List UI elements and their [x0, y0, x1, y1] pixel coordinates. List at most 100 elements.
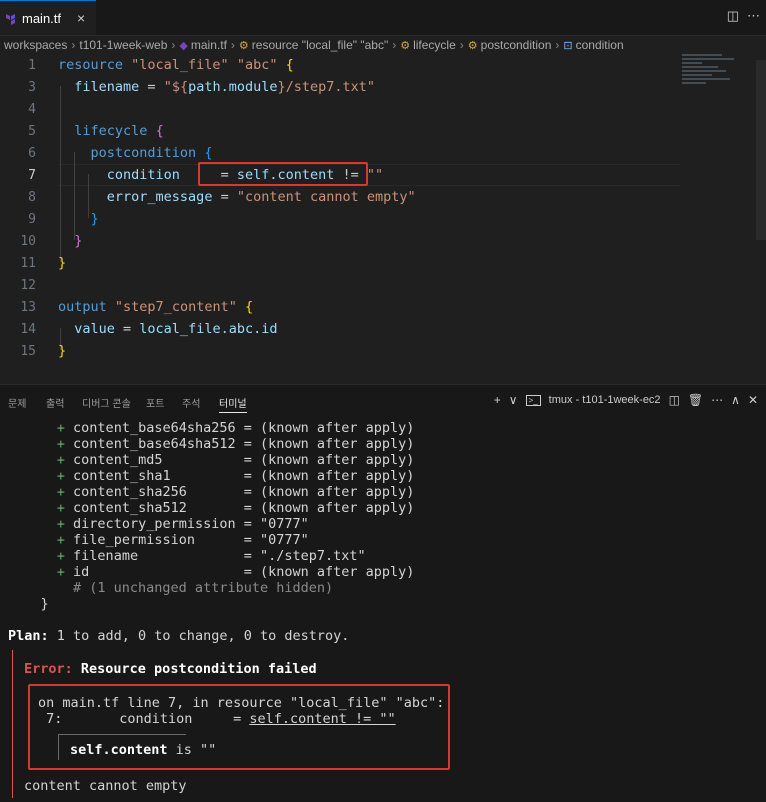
error-gutter [12, 650, 13, 798]
line-text: } [58, 343, 67, 359]
breadcrumb-item[interactable]: resource "local_file" "abc" [252, 38, 388, 52]
chevron-right-icon: › [71, 38, 76, 52]
line-text: value = local_file.abc.id [74, 321, 278, 337]
code-line: 4 [0, 98, 680, 120]
split-editor-icon[interactable]: ◫ [727, 8, 739, 24]
line-number: 7 [28, 167, 36, 183]
symbol-icon: ⚙ [238, 39, 249, 52]
terraform-file-icon: ◆ [179, 39, 188, 52]
terminal-line: + filename = "./step7.txt" [56, 548, 366, 564]
symbol-icon: ⚙ [467, 39, 478, 52]
trash-icon[interactable]: 🗑 [688, 393, 703, 407]
highlight-box [198, 162, 368, 186]
editor-tab-bar: main.tf × ◫ ⋯ [0, 0, 766, 36]
split-terminal-icon[interactable]: ◫ [669, 393, 680, 407]
chevron-right-icon: › [230, 38, 235, 52]
terminal-line: + content_base64sha256 = (known after ap… [56, 420, 415, 436]
minimap[interactable] [682, 54, 752, 94]
line-number: 6 [28, 145, 36, 161]
line-text: } [74, 233, 83, 249]
line-text: } [90, 211, 99, 227]
code-editor[interactable]: 1 resource "local_file" "abc" { 3 filena… [0, 54, 766, 369]
terminal-name[interactable]: tmux - t101-1week-ec2 [549, 394, 661, 406]
symbol-icon: ⚙ [400, 39, 411, 52]
line-text: resource "local_file" "abc" { [58, 57, 294, 73]
variable-icon: ⊡ [563, 39, 573, 52]
chevron-right-icon: › [392, 38, 397, 52]
line-number: 9 [28, 211, 36, 227]
terminal-line: + directory_permission = "0777" [56, 516, 309, 532]
tab-close-icon[interactable]: × [77, 10, 85, 26]
line-number: 5 [28, 123, 36, 139]
breadcrumb-item[interactable]: main.tf [191, 38, 227, 52]
panel-header: 문제 출력 디버그 콘솔 포트 주석 터미널 + ∨ >_ tmux - t10… [0, 384, 766, 417]
terminal-line: + content_md5 = (known after apply) [56, 452, 415, 468]
terminal-line: + content_sha256 = (known after apply) [56, 484, 415, 500]
line-number: 12 [20, 277, 36, 293]
code-line: 1 resource "local_file" "abc" { [0, 54, 680, 76]
line-number: 1 [28, 57, 36, 73]
highlight-box [28, 684, 450, 770]
breadcrumb: workspaces › t101-1week-web › ◆ main.tf … [0, 36, 766, 54]
code-line: 14 value = local_file.abc.id [0, 318, 680, 340]
tab-main-tf[interactable]: main.tf × [0, 0, 96, 35]
editor-scrollbar[interactable] [756, 60, 766, 240]
line-number: 15 [20, 343, 36, 359]
breadcrumb-item[interactable]: workspaces [4, 38, 67, 52]
maximize-panel-icon[interactable]: ∧ [731, 393, 740, 407]
line-number: 3 [28, 79, 36, 95]
error-title: Error: Resource postcondition failed [24, 661, 317, 677]
more-actions-icon[interactable]: ⋯ [747, 8, 760, 24]
code-line: 9 } [0, 208, 680, 230]
code-line: 13 output "step7_content" { [0, 296, 680, 318]
terminal-line: + content_base64sha512 = (known after ap… [56, 436, 415, 452]
breadcrumb-item[interactable]: postcondition [481, 38, 552, 52]
line-text: postcondition { [90, 145, 213, 161]
line-number: 4 [28, 101, 36, 117]
error-message: content cannot empty [24, 778, 187, 794]
line-text: filename = "${path.module}/step7.txt" [74, 79, 376, 95]
code-line: 11 } [0, 252, 680, 274]
terminal-line: # (1 unchanged attribute hidden) [8, 580, 334, 596]
chevron-right-icon: › [171, 38, 176, 52]
breadcrumb-item[interactable]: t101-1week-web [79, 38, 167, 52]
terminal-line: + content_sha512 = (known after apply) [56, 500, 415, 516]
code-line: 3 filename = "${path.module}/step7.txt" [0, 76, 680, 98]
plan-summary: Plan: 1 to add, 0 to change, 0 to destro… [8, 628, 350, 644]
breadcrumb-item[interactable]: lifecycle [413, 38, 456, 52]
code-line: 12 [0, 274, 680, 296]
new-terminal-icon[interactable]: + [494, 393, 501, 407]
line-text: error_message = "content cannot empty" [106, 189, 416, 205]
code-line: 15 } [0, 340, 680, 362]
tab-problems[interactable]: 문제 [8, 395, 26, 410]
line-text: } [58, 255, 67, 271]
terminal-line: + content_sha1 = (known after apply) [56, 468, 415, 484]
terraform-file-icon [6, 14, 15, 25]
tab-comments[interactable]: 주석 [182, 395, 200, 410]
breadcrumb-item[interactable]: condition [576, 38, 624, 52]
terminal-line: + id = (known after apply) [56, 564, 415, 580]
terminal-icon: >_ [525, 394, 541, 406]
tab-terminal[interactable]: 터미널 [219, 395, 247, 413]
code-line: 6 postcondition { [0, 142, 680, 164]
line-text: output "step7_content" { [58, 299, 254, 315]
code-line: 5 lifecycle { [0, 120, 680, 142]
terminal-line: + file_permission = "0777" [56, 532, 309, 548]
line-number: 11 [20, 255, 36, 271]
line-number: 14 [20, 321, 36, 337]
code-line: 10 } [0, 230, 680, 252]
chevron-down-icon[interactable]: ∨ [509, 393, 518, 407]
line-number: 13 [20, 299, 36, 315]
tab-debug-console[interactable]: 디버그 콘솔 [82, 395, 131, 410]
chevron-right-icon: › [555, 38, 560, 52]
line-number: 8 [28, 189, 36, 205]
close-panel-icon[interactable]: ✕ [748, 393, 758, 407]
chevron-right-icon: › [459, 38, 464, 52]
line-number: 10 [20, 233, 36, 249]
line-text: lifecycle { [74, 123, 164, 139]
terminal-output[interactable]: + content_base64sha256 = (known after ap… [0, 416, 766, 802]
tab-output[interactable]: 출력 [46, 395, 64, 410]
more-actions-icon[interactable]: ⋯ [711, 393, 723, 407]
tab-ports[interactable]: 포트 [146, 395, 164, 410]
terminal-line: } [8, 596, 49, 612]
